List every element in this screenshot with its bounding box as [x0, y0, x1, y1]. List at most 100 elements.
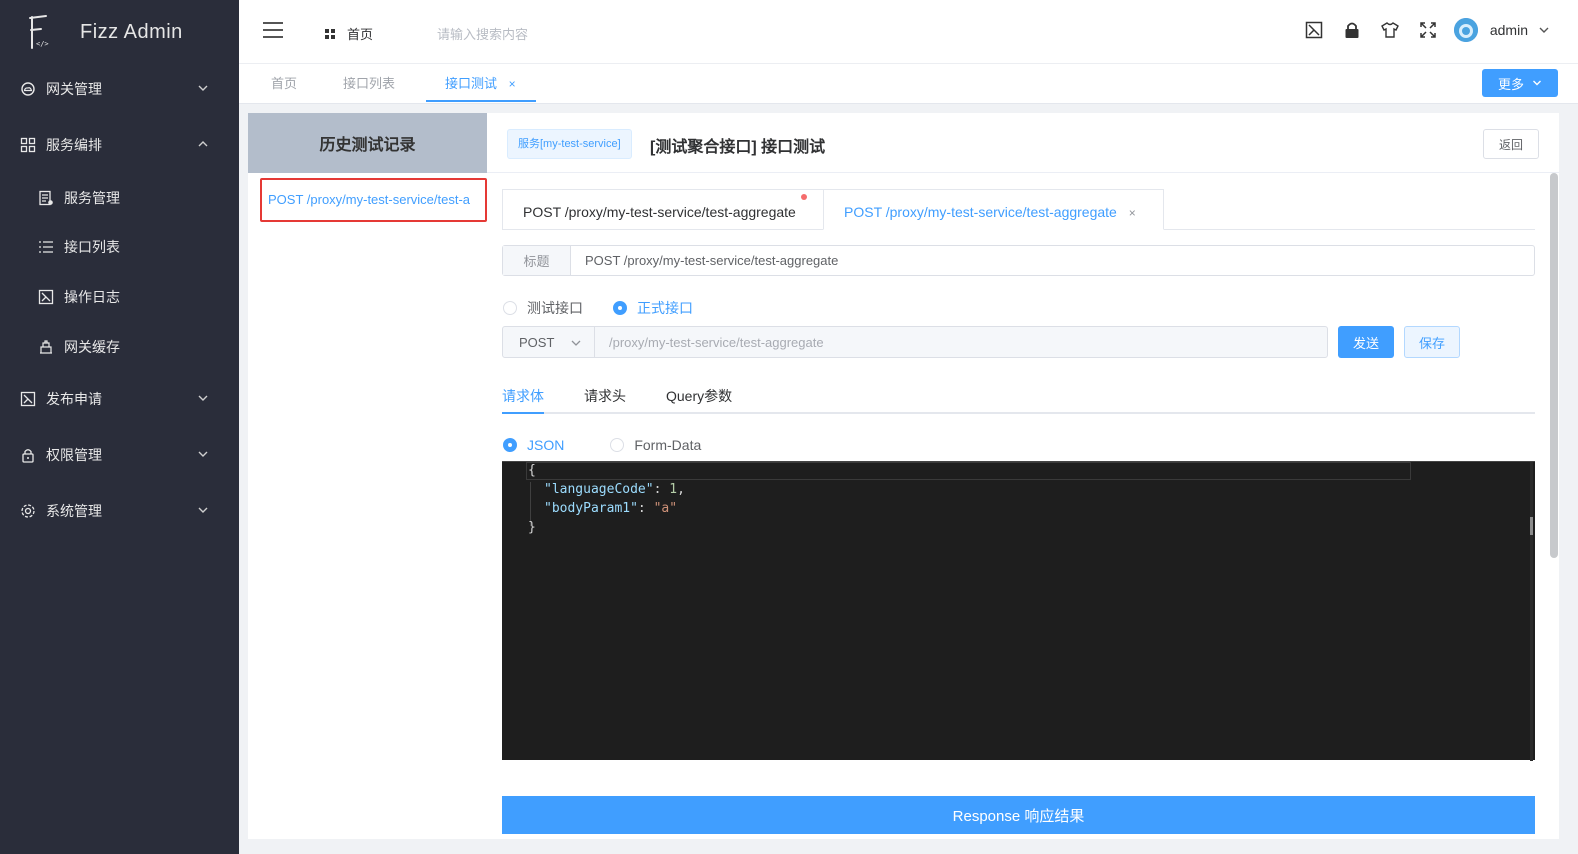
sidebar-item-label: 网关管理 [46, 81, 102, 97]
tab-label: 接口列表 [343, 76, 396, 91]
code-line: { [528, 463, 536, 478]
search-input[interactable]: 请输入搜索内容 [437, 24, 528, 43]
chevron-down-icon [197, 391, 209, 407]
radio-json-label[interactable]: JSON [527, 437, 564, 453]
history-item[interactable]: POST /proxy/my-test-service/test-a [260, 178, 487, 222]
close-icon[interactable]: × [509, 77, 516, 91]
radio-production-api[interactable] [613, 301, 627, 315]
sidebar-item-label: 服务编排 [46, 137, 102, 153]
sidebar-item-label: 权限管理 [46, 447, 102, 463]
apps-icon [325, 28, 335, 39]
body-tabs: 请求体 请求头 Query参数 [502, 379, 1535, 414]
sidebar-item-permissions[interactable]: 权限管理 [0, 430, 239, 480]
code-token: "languageCode" [544, 482, 654, 497]
sidebar-item-label: 发布申请 [46, 391, 102, 407]
list-icon [38, 239, 54, 255]
log-icon [38, 289, 54, 305]
sidebar-item-label: 网关缓存 [64, 339, 120, 355]
publish-icon [20, 391, 36, 407]
tab-request-headers[interactable]: 请求头 [584, 379, 626, 414]
close-icon[interactable]: × [1129, 206, 1136, 220]
sidebar: </> Fizz Admin 网关管理 服务编排 服务管理 接口列表 操作日志 … [0, 0, 239, 854]
save-button[interactable]: 保存 [1404, 326, 1460, 358]
username[interactable]: admin [1490, 22, 1528, 38]
gear-icon [20, 503, 36, 519]
chevron-down-icon [197, 447, 209, 463]
request-tabs: POST /proxy/my-test-service/test-aggrega… [502, 189, 1535, 230]
logo: </> Fizz Admin [0, 0, 239, 64]
header-actions: admin [1288, 18, 1550, 42]
more-button[interactable]: 更多 [1482, 69, 1558, 97]
chevron-up-icon [197, 137, 209, 153]
code-token: { [528, 463, 536, 478]
cache-icon [38, 339, 54, 355]
history-panel: 历史测试记录 POST /proxy/my-test-service/test-… [248, 113, 487, 839]
request-tab-active[interactable]: POST /proxy/my-test-service/test-aggrega… [823, 189, 1164, 230]
mode-radio-group: 测试接口 正式接口 [503, 298, 723, 318]
radio-form-data[interactable] [610, 438, 625, 452]
top-header: 首页 请输入搜索内容 admin [239, 0, 1578, 64]
fullscreen-icon[interactable] [1416, 18, 1440, 42]
radio-form-data-label[interactable]: Form-Data [634, 437, 701, 453]
tab-query-params[interactable]: Query参数 [666, 379, 732, 414]
tab-api-test[interactable]: 接口测试 × [426, 64, 536, 102]
title-field-label: 标题 [503, 246, 571, 275]
send-button[interactable]: 发送 [1338, 326, 1394, 358]
method-select[interactable]: POST [503, 327, 595, 357]
service-tag: 服务[my-test-service] [507, 129, 632, 159]
sidebar-item-orchestration[interactable]: 服务编排 [0, 120, 239, 170]
chevron-down-icon [1532, 78, 1542, 88]
editor-scrollbar[interactable] [1530, 462, 1533, 761]
sidebar-item-system[interactable]: 系统管理 [0, 486, 239, 536]
code-line: } [528, 520, 536, 535]
tab-home[interactable]: 首页 [271, 64, 297, 102]
code-token: 1 [669, 482, 678, 497]
breadcrumb[interactable]: 首页 [325, 24, 373, 43]
method-value: POST [519, 334, 555, 350]
radio-production-api-label[interactable]: 正式接口 [637, 298, 693, 318]
sidebar-item-label: 服务管理 [64, 190, 120, 206]
radio-test-api[interactable] [503, 301, 517, 315]
page-tabs-bar: 首页 接口列表 接口测试 × 更多 [239, 64, 1578, 104]
page-title: [测试聚合接口] 接口测试 [650, 139, 826, 156]
grid-icon [20, 137, 36, 153]
svg-text:</>: </> [36, 40, 49, 48]
chevron-down-icon [197, 81, 209, 97]
tab-api-list[interactable]: 接口列表 [343, 64, 395, 102]
tab-request-body[interactable]: 请求体 [502, 379, 544, 414]
json-editor[interactable]: { "languageCode": 1, "bodyParam1": "a" } [502, 461, 1535, 761]
radio-test-api-label[interactable]: 测试接口 [527, 298, 583, 318]
request-tab[interactable]: POST /proxy/my-test-service/test-aggrega… [502, 189, 824, 230]
screenshot-icon[interactable] [1302, 18, 1326, 42]
server-icon [38, 190, 54, 206]
chevron-down-icon [570, 337, 582, 349]
sidebar-item-label: 系统管理 [46, 503, 102, 519]
response-header[interactable]: Response 响应结果 [502, 796, 1535, 834]
sidebar-item-service-management[interactable]: 服务管理 [0, 173, 239, 223]
sidebar-item-publish[interactable]: 发布申请 [0, 374, 239, 424]
chevron-down-icon [197, 503, 209, 519]
back-button[interactable]: 返回 [1483, 129, 1539, 159]
chevron-down-icon[interactable] [1538, 24, 1550, 36]
radio-json[interactable] [503, 438, 517, 452]
panel-scrollbar[interactable] [1550, 173, 1558, 558]
code-line: "languageCode": 1, [544, 482, 685, 497]
sidebar-item-api-list[interactable]: 接口列表 [0, 222, 239, 272]
panel-header: 服务[my-test-service] [测试聚合接口] 接口测试 返回 [487, 113, 1559, 173]
history-title: 历史测试记录 [248, 113, 487, 173]
sidebar-item-gateway[interactable]: 网关管理 [0, 64, 239, 114]
avatar[interactable] [1453, 18, 1478, 42]
request-tab-label: POST /proxy/my-test-service/test-aggrega… [844, 204, 1117, 220]
lock-icon [20, 447, 36, 463]
sidebar-item-operation-log[interactable]: 操作日志 [0, 272, 239, 322]
url-input[interactable]: /proxy/my-test-service/test-aggregate [595, 327, 1327, 357]
url-input-group: POST /proxy/my-test-service/test-aggrega… [502, 326, 1328, 358]
breadcrumb-home: 首页 [347, 27, 374, 42]
theme-shirt-icon[interactable] [1378, 18, 1402, 42]
more-button-label: 更多 [1497, 76, 1524, 92]
sidebar-item-gateway-cache[interactable]: 网关缓存 [0, 322, 239, 372]
lock-icon[interactable] [1340, 18, 1364, 42]
code-token: "bodyParam1" [544, 501, 638, 516]
menu-toggle-icon[interactable] [263, 22, 283, 38]
title-input[interactable]: POST /proxy/my-test-service/test-aggrega… [571, 246, 1534, 275]
